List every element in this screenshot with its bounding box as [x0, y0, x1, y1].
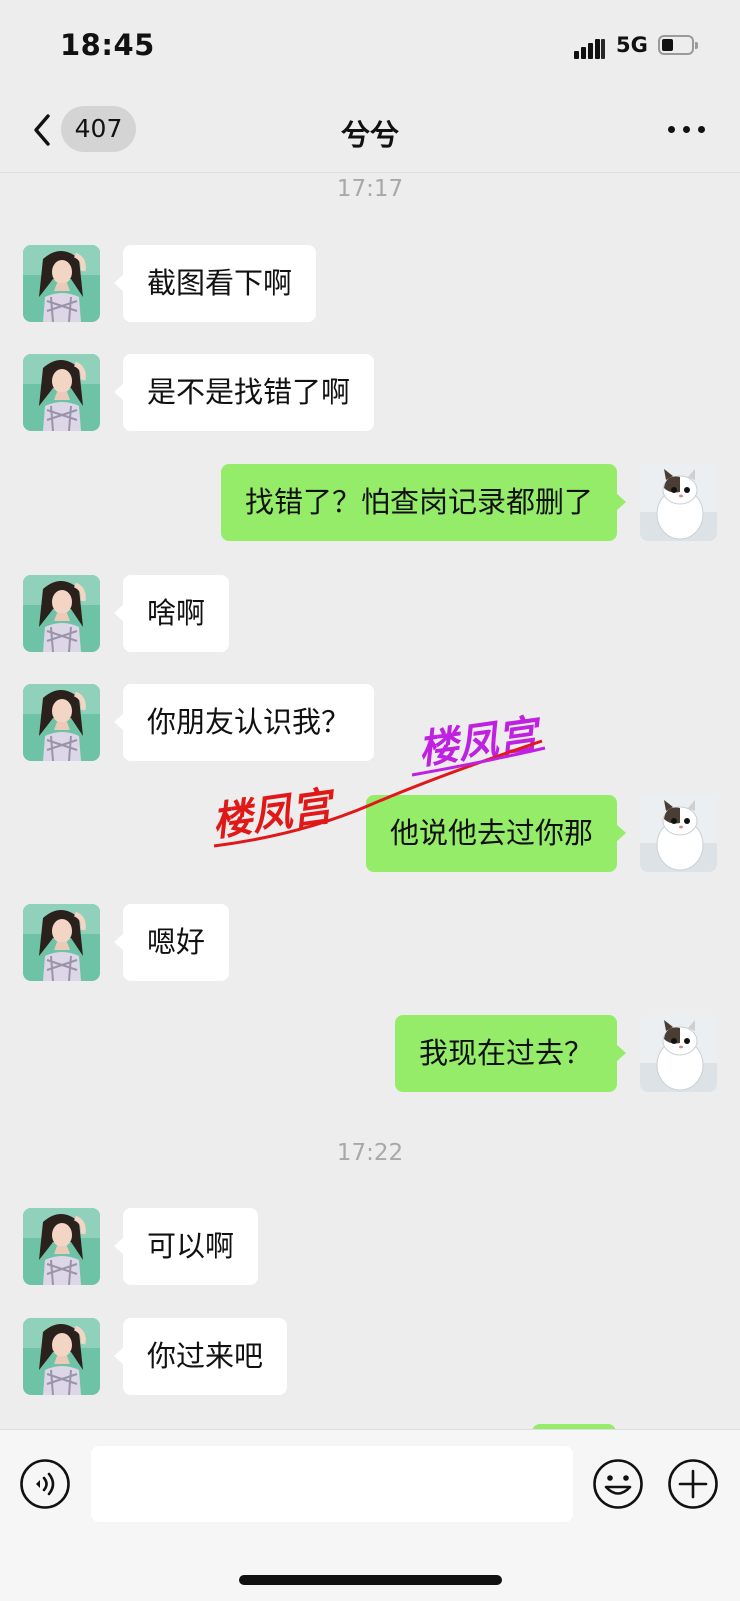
status-time: 18:45	[60, 28, 155, 62]
more-dots-icon[interactable]	[666, 123, 706, 135]
chat-header: 407 兮兮	[0, 90, 740, 173]
watermark-stroke	[213, 739, 546, 848]
signal-icon	[574, 37, 606, 59]
battery-icon	[658, 35, 700, 57]
home-indicator[interactable]	[239, 1575, 502, 1585]
plus-icon[interactable]	[667, 1458, 719, 1510]
status-bar: 18:45 5G	[0, 0, 740, 90]
chat-title: 兮兮	[340, 118, 399, 152]
emoji-icon[interactable]	[592, 1458, 644, 1510]
voice-icon[interactable]	[19, 1458, 71, 1510]
message-list[interactable]: 17:17 截图看下啊 是不是找错了啊 找错了？怕查岗记录都删了 啥啊 你朋友认…	[0, 173, 740, 1429]
message-input[interactable]	[91, 1446, 573, 1522]
network-type: 5G	[616, 33, 648, 57]
